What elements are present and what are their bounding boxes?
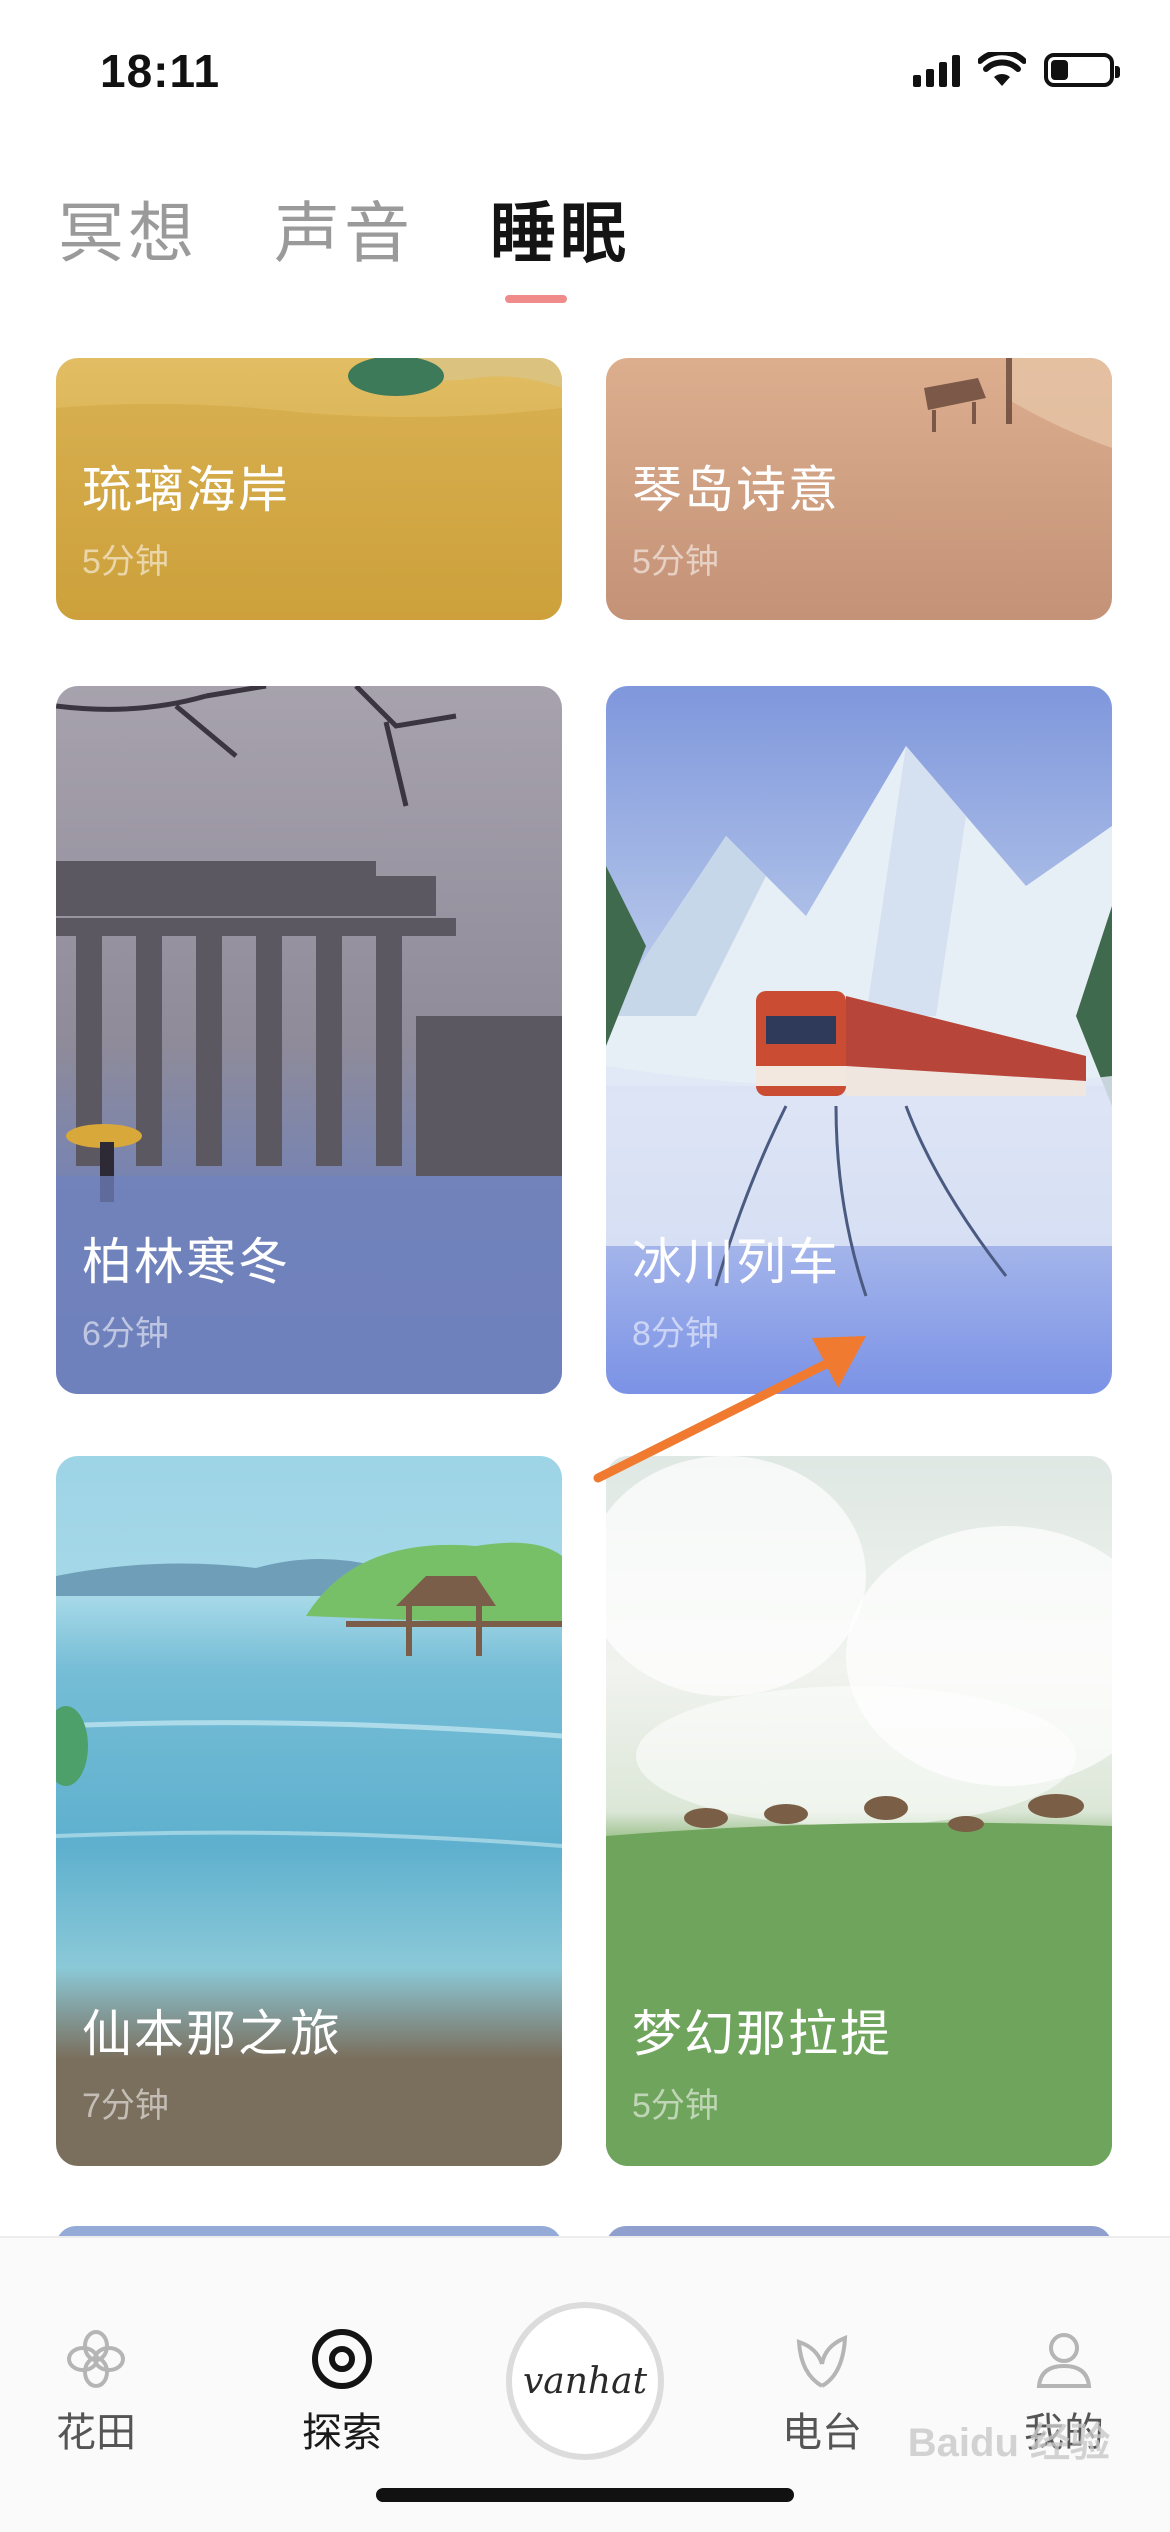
flower-icon — [67, 2330, 125, 2388]
nav-item-radio[interactable]: 电台 — [742, 2324, 902, 2458]
annotation-arrow — [593, 1336, 866, 1483]
nav-label: 花田 — [56, 2411, 136, 2455]
nav-label: 电台 — [782, 2411, 862, 2455]
center-play-button[interactable]: vanhat — [506, 2302, 664, 2460]
explore-icon — [312, 2329, 372, 2389]
home-indicator[interactable] — [376, 2488, 794, 2502]
brand-logo-text: vanhat — [522, 2360, 648, 2402]
nav-item-flower-field[interactable]: 花田 — [16, 2324, 176, 2458]
profile-icon — [1036, 2333, 1092, 2388]
nav-label: 探索 — [302, 2411, 382, 2455]
leaf-icon — [796, 2334, 848, 2388]
baidu-watermark: Baidu 经验 — [907, 2421, 1110, 2465]
nav-item-explore[interactable]: 探索 — [262, 2324, 422, 2458]
